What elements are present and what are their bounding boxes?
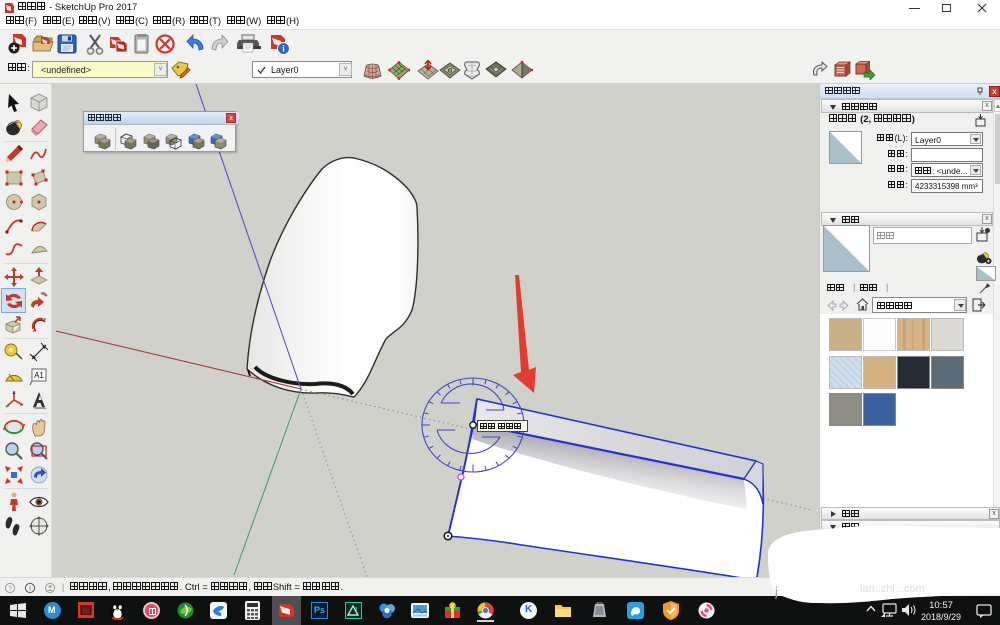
svg-text:i: i	[29, 586, 31, 593]
svg-text:A1: A1	[34, 371, 44, 380]
svg-text:?: ?	[8, 586, 12, 593]
svg-text:ian..zhi...com: ian..zhi...com	[860, 583, 925, 595]
svg-text:j: j	[774, 584, 778, 599]
